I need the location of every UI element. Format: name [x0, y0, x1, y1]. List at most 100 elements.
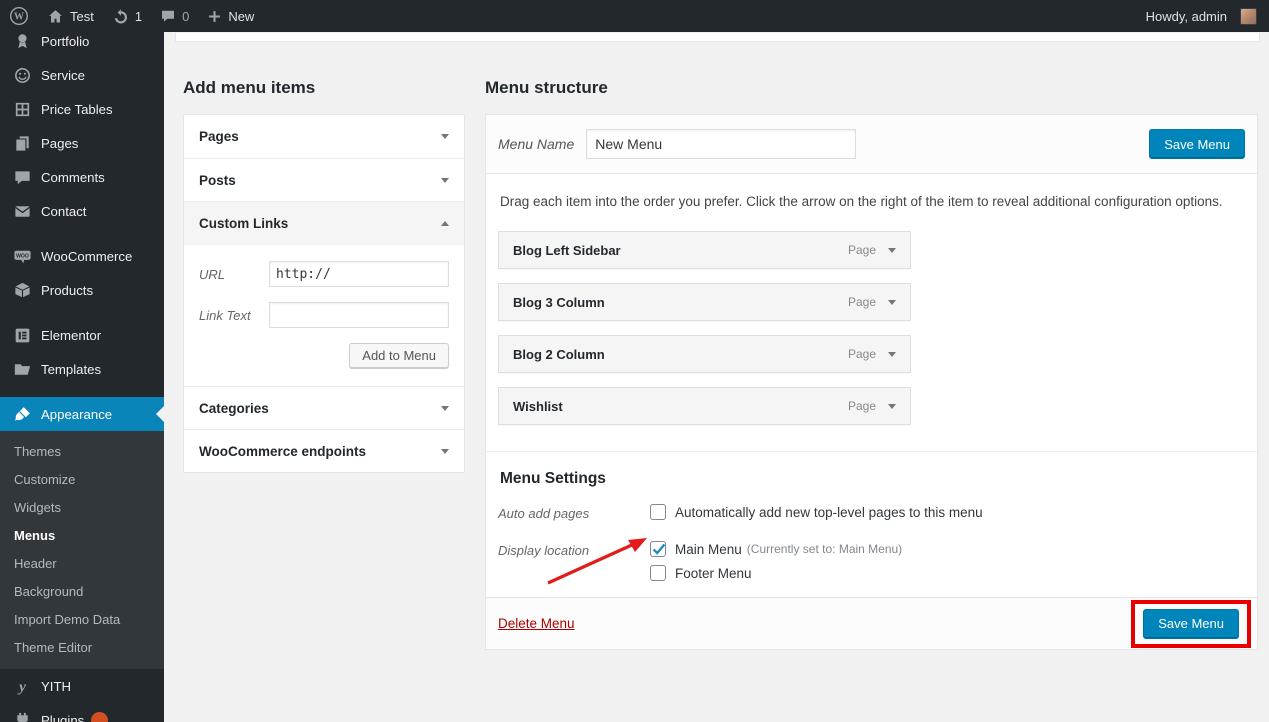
envelope-icon	[13, 202, 32, 221]
sidebar-item-service[interactable]: Service	[0, 58, 164, 92]
submenu-item-header[interactable]: Header	[0, 550, 164, 578]
submenu-item-themes[interactable]: Themes	[0, 438, 164, 466]
url-input[interactable]	[269, 261, 449, 287]
updates-icon	[112, 8, 129, 25]
chevron-down-icon[interactable]	[441, 449, 449, 458]
smiley-icon	[13, 66, 32, 85]
main-menu-text: Main Menu	[675, 542, 742, 557]
add-items-accordion: Pages Posts Custom Links URL Link Text	[183, 114, 465, 473]
chevron-down-icon[interactable]	[888, 352, 896, 361]
howdy-text: Howdy, admin	[1146, 9, 1227, 24]
sidebar-item-pages[interactable]: Pages	[0, 126, 164, 160]
menu-item-blog-3-column[interactable]: Blog 3 Column Page	[498, 283, 911, 321]
checkmark-icon	[650, 540, 668, 558]
content-area: Add menu items Pages Posts Custom Links …	[164, 32, 1269, 722]
menu-name-input[interactable]	[586, 129, 856, 159]
svg-text:WOO: WOO	[16, 253, 29, 259]
avatar	[1240, 8, 1257, 25]
accordion-section-pages[interactable]: Pages	[184, 115, 464, 158]
submenu-item-customize[interactable]: Customize	[0, 466, 164, 494]
add-to-menu-button[interactable]: Add to Menu	[349, 343, 449, 368]
sidebar-item-plugins[interactable]: Plugins	[0, 703, 164, 722]
sidebar-separator	[0, 307, 164, 318]
chevron-down-icon[interactable]	[441, 406, 449, 415]
menu-settings-title: Menu Settings	[500, 470, 1243, 488]
annotation-highlight-box: Save Menu	[1131, 600, 1251, 648]
sidebar-separator	[0, 228, 164, 239]
accordion-section-posts[interactable]: Posts	[184, 158, 464, 201]
menu-name-label: Menu Name	[498, 136, 574, 152]
grid-icon	[13, 100, 32, 119]
auto-add-pages-checkbox[interactable]	[650, 504, 666, 520]
comments-button[interactable]: 0	[151, 0, 198, 32]
comment-icon	[13, 168, 32, 187]
admin-sidebar: Portfolio Service Price Tables Pages	[0, 32, 164, 722]
delete-menu-link[interactable]: Delete Menu	[498, 616, 575, 631]
comment-count: 0	[182, 9, 189, 24]
chevron-down-icon[interactable]	[888, 248, 896, 257]
accordion-section-custom-links[interactable]: Custom Links	[184, 201, 464, 244]
account-menu[interactable]: Howdy, admin	[1137, 0, 1269, 32]
submenu-item-widgets[interactable]: Widgets	[0, 494, 164, 522]
sidebar-item-comments[interactable]: Comments	[0, 160, 164, 194]
auto-add-pages-label: Auto add pages	[498, 504, 650, 528]
sidebar-item-portfolio[interactable]: Portfolio	[0, 32, 164, 58]
submenu-item-theme-editor[interactable]: Theme Editor	[0, 634, 164, 662]
chevron-down-icon[interactable]	[888, 300, 896, 309]
plugins-update-badge	[91, 712, 108, 722]
appearance-submenu: Themes Customize Widgets Menus Header Ba…	[0, 431, 164, 669]
elementor-icon	[13, 326, 32, 345]
menu-item-blog-left-sidebar[interactable]: Blog Left Sidebar Page	[498, 231, 911, 269]
footer-menu-checkbox[interactable]	[650, 565, 666, 581]
submenu-item-import-demo-data[interactable]: Import Demo Data	[0, 606, 164, 634]
award-icon	[13, 32, 32, 51]
submenu-item-menus[interactable]: Menus	[0, 522, 164, 550]
plus-icon	[207, 9, 222, 24]
chevron-down-icon[interactable]	[441, 178, 449, 187]
add-menu-items-panel: Add menu items Pages Posts Custom Links …	[183, 78, 465, 473]
menu-item-wishlist[interactable]: Wishlist Page	[498, 387, 911, 425]
sidebar-item-products[interactable]: Products	[0, 273, 164, 307]
updates-button[interactable]: 1	[103, 0, 151, 32]
sidebar-item-appearance[interactable]: Appearance	[0, 397, 164, 431]
wordpress-logo-button[interactable]: W	[0, 0, 38, 32]
drag-instructions: Drag each item into the order you prefer…	[500, 194, 1243, 209]
auto-add-pages-row: Auto add pages Automatically add new top…	[498, 504, 1245, 528]
site-link[interactable]: Test	[38, 0, 103, 32]
submenu-item-background[interactable]: Background	[0, 578, 164, 606]
wordpress-logo-icon: W	[9, 6, 29, 26]
custom-links-body: URL Link Text Add to Menu	[184, 244, 464, 386]
box-icon	[13, 281, 32, 300]
sidebar-item-woocommerce[interactable]: WOO WooCommerce	[0, 239, 164, 273]
chevron-up-icon[interactable]	[441, 217, 449, 226]
sidebar-menu-bottom: y YITH Plugins	[0, 669, 164, 722]
paintbrush-icon	[13, 405, 32, 424]
accordion-section-woocommerce-endpoints[interactable]: WooCommerce endpoints	[184, 429, 464, 472]
home-icon	[47, 8, 64, 25]
footer-menu-text: Footer Menu	[675, 566, 752, 581]
menu-structure-body: Drag each item into the order you prefer…	[486, 174, 1257, 597]
yith-icon: y	[13, 677, 32, 696]
save-menu-button-top[interactable]: Save Menu	[1149, 129, 1245, 159]
link-text-label: Link Text	[199, 308, 269, 323]
site-name: Test	[70, 9, 94, 24]
scrolled-panel-edge	[175, 33, 1260, 42]
sidebar-separator	[0, 386, 164, 397]
save-menu-button-bottom[interactable]: Save Menu	[1143, 609, 1239, 639]
sidebar-item-templates[interactable]: Templates	[0, 352, 164, 386]
main-menu-checkbox[interactable]	[650, 541, 666, 557]
new-label: New	[228, 9, 254, 24]
chevron-down-icon[interactable]	[888, 404, 896, 413]
menu-item-blog-2-column[interactable]: Blog 2 Column Page	[498, 335, 911, 373]
new-button[interactable]: New	[198, 0, 263, 32]
link-text-input[interactable]	[269, 302, 449, 328]
sidebar-item-contact[interactable]: Contact	[0, 194, 164, 228]
sidebar-item-price-tables[interactable]: Price Tables	[0, 92, 164, 126]
main-menu-note: (Currently set to: Main Menu)	[747, 542, 902, 556]
accordion-section-categories[interactable]: Categories	[184, 386, 464, 429]
chevron-down-icon[interactable]	[441, 134, 449, 143]
url-label: URL	[199, 267, 269, 282]
display-location-label: Display location	[498, 541, 650, 581]
sidebar-item-elementor[interactable]: Elementor	[0, 318, 164, 352]
sidebar-item-yith[interactable]: y YITH	[0, 669, 164, 703]
